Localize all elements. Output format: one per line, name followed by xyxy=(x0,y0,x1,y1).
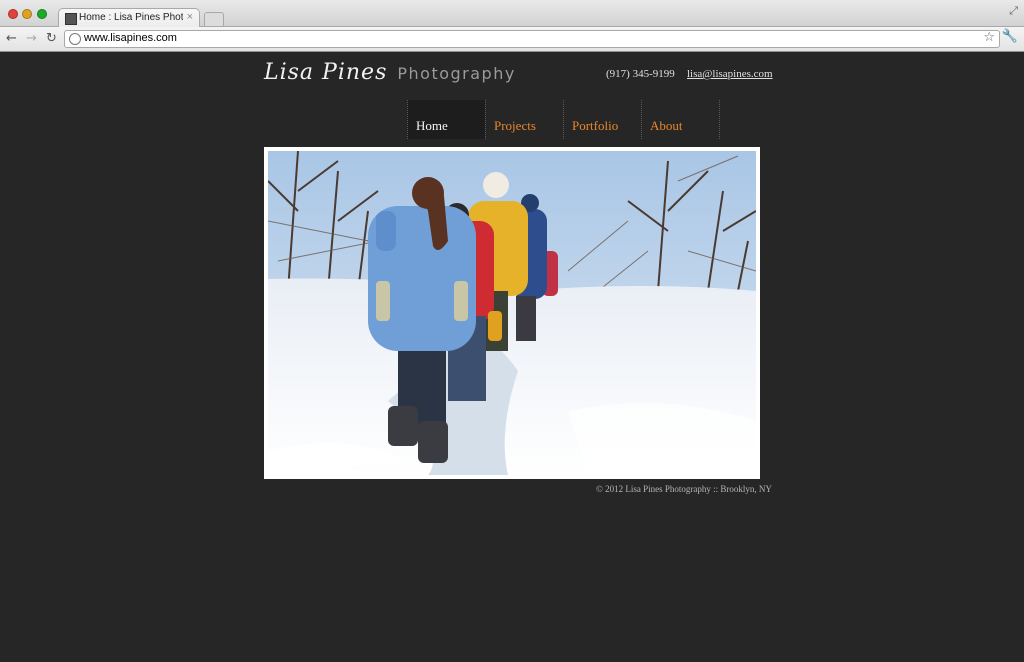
logo-name: Lisa Pines xyxy=(264,60,388,85)
main-menu: Home Projects Portfolio About xyxy=(407,100,720,139)
resize-icon[interactable]: ⤢ xyxy=(1009,4,1018,18)
browser-toolbar: ← → ↻ www.lisapines.com ☆ 🔧 xyxy=(0,27,1024,52)
forward-icon[interactable]: → xyxy=(26,30,37,48)
logo-subtitle: Photography xyxy=(397,64,516,83)
new-tab-button[interactable] xyxy=(204,12,224,26)
tab-title: Home : Lisa Pines Photography xyxy=(79,12,183,23)
browser-titlebar: Home : Lisa Pines Photography × ⤢ xyxy=(0,0,1024,28)
favicon-icon xyxy=(65,13,77,25)
url-text[interactable]: www.lisapines.com xyxy=(84,32,177,44)
hero-photo-frame xyxy=(264,147,760,479)
email-link[interactable]: lisa@lisapines.com xyxy=(687,68,773,80)
menu-item-about[interactable]: About xyxy=(641,100,720,139)
hero-photo xyxy=(268,151,756,475)
menu-item-portfolio[interactable]: Portfolio xyxy=(563,100,641,139)
address-bar[interactable]: www.lisapines.com ☆ xyxy=(64,30,1000,48)
phone-number: (917) 345-9199 xyxy=(606,68,675,80)
footer-copyright: © 2012 Lisa Pines Photography :: Brookly… xyxy=(596,484,772,494)
globe-icon xyxy=(69,33,81,45)
menu-item-projects[interactable]: Projects xyxy=(485,100,563,139)
star-icon[interactable]: ☆ xyxy=(983,30,995,45)
menu-item-home[interactable]: Home xyxy=(407,100,485,139)
reload-icon[interactable]: ↻ xyxy=(46,30,57,48)
maximize-window-button[interactable] xyxy=(37,9,47,19)
wrench-icon[interactable]: 🔧 xyxy=(1002,29,1018,44)
back-icon[interactable]: ← xyxy=(6,30,17,48)
tab-close-icon[interactable]: × xyxy=(187,11,193,23)
close-window-button[interactable] xyxy=(8,9,18,19)
minimize-window-button[interactable] xyxy=(22,9,32,19)
browser-tab[interactable]: Home : Lisa Pines Photography × xyxy=(58,8,200,28)
site-logo[interactable]: Lisa Pines Photography xyxy=(264,60,516,85)
